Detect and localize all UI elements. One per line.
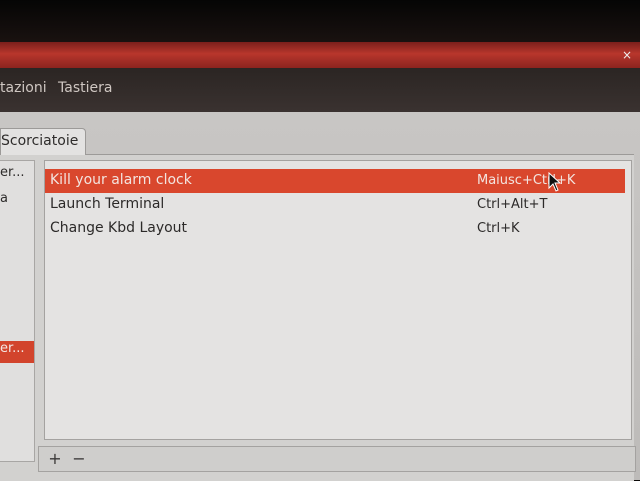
close-icon[interactable]: ×: [620, 48, 634, 62]
category-item[interactable]: a: [0, 191, 8, 206]
category-item[interactable]: er...: [0, 165, 25, 180]
menu-item-scorciatoie-partial[interactable]: tazioni: [0, 80, 47, 96]
tab-label: Scorciatoie: [1, 133, 79, 149]
mouse-pointer-icon: [548, 172, 562, 192]
shortcut-name: Launch Terminal: [50, 196, 165, 212]
shortcut-name: Change Kbd Layout: [50, 220, 188, 236]
tab-scorciatoie[interactable]: Scorciatoie: [0, 128, 86, 155]
remove-shortcut-button[interactable]: −: [69, 449, 89, 469]
keyboard-settings-window: Scorciatoie er... a er... Kill your alar…: [0, 112, 640, 481]
shortcuts-list[interactable]: Kill your alarm clock Maiusc+Ctrl+K Laun…: [44, 160, 632, 440]
category-list[interactable]: er... a er...: [0, 160, 35, 462]
menu-item-tastiera[interactable]: Tastiera: [58, 80, 112, 96]
shortcut-accel[interactable]: Ctrl+K: [477, 221, 520, 236]
shortcut-accel[interactable]: Ctrl+Alt+T: [477, 197, 547, 212]
shortcut-row[interactable]: Change Kbd Layout Ctrl+K: [45, 217, 625, 241]
list-toolbar: + −: [38, 446, 636, 472]
shortcut-row[interactable]: Launch Terminal Ctrl+Alt+T: [45, 193, 625, 217]
shortcut-name: Kill your alarm clock: [50, 172, 192, 188]
menu-bar: tazioni Tastiera: [0, 68, 640, 112]
window-titlebar[interactable]: ×: [0, 42, 640, 68]
category-item-selected[interactable]: er...: [0, 341, 34, 363]
add-shortcut-button[interactable]: +: [45, 449, 65, 469]
shortcut-row[interactable]: Kill your alarm clock Maiusc+Ctrl+K: [45, 169, 625, 193]
screen-bezel: [0, 0, 640, 44]
